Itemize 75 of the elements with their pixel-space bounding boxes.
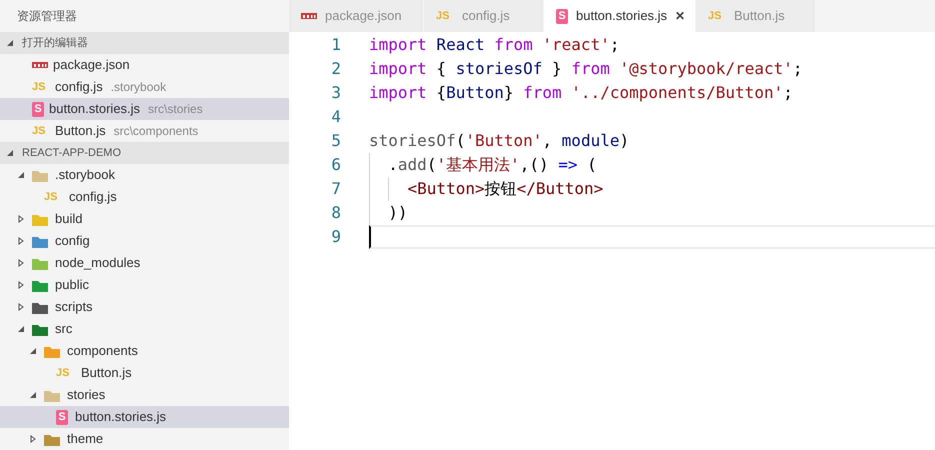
js-icon: JS (56, 364, 74, 382)
tree-item[interactable]: stories (0, 384, 289, 406)
code-line: import {Button} from '../components/Button'; (369, 82, 794, 104)
file-name: button.stories.js (49, 100, 140, 118)
tree-item[interactable]: components (0, 340, 289, 362)
file-name: Button.js (81, 364, 132, 382)
file-path: .storybook (110, 79, 166, 96)
open-editor-item[interactable]: package.json (0, 54, 289, 76)
tab-label: Button.js (734, 7, 785, 26)
tree-item[interactable]: S button.stories.js (0, 406, 289, 428)
js-icon: JS (436, 8, 454, 24)
line-number: 8 (330, 202, 342, 224)
section-title: REACT-APP-DEMO (22, 146, 122, 161)
tree-item[interactable]: build (0, 208, 289, 230)
folder-name: public (55, 276, 89, 294)
section-header[interactable]: REACT-APP-DEMO (0, 142, 289, 164)
code-line: storiesOf('Button', module) (369, 130, 630, 152)
line-number: 9 (330, 226, 342, 248)
js-icon: JS (32, 122, 50, 140)
tree-item[interactable]: scripts (0, 296, 289, 318)
folder-name: stories (67, 386, 106, 404)
tab-label: config.js (462, 7, 510, 26)
folder-name: .storybook (55, 166, 115, 184)
tree-item[interactable]: public (0, 274, 289, 296)
file-name: button.stories.js (75, 408, 166, 426)
open-editor-item[interactable]: S button.stories.js src\stories (0, 98, 289, 120)
file-name: Button.js (55, 122, 106, 140)
code-line: .add('基本用法',() => ( (369, 153, 935, 177)
tree-item[interactable]: src (0, 318, 289, 340)
folder-name: components (67, 342, 138, 360)
sidebar-title: 资源管理器 (16, 8, 78, 25)
section-header[interactable]: 打开的编辑器 (0, 32, 289, 54)
js-icon: JS (44, 188, 62, 206)
tree-item[interactable]: JS config.js (0, 186, 289, 208)
line-number: 5 (330, 130, 342, 152)
tree-item[interactable]: .storybook (0, 164, 289, 186)
file-path: src\stories (148, 101, 203, 118)
folder-name: src (55, 320, 72, 338)
file-name: config.js (55, 78, 103, 96)
line-number: 3 (330, 82, 342, 104)
code-line: <Button>按钮</Button> (369, 177, 935, 201)
folder-name: theme (67, 430, 104, 448)
file-name: config.js (69, 188, 117, 206)
tree-item[interactable]: JS Button.js (0, 362, 289, 384)
file-path: src\components (114, 123, 198, 140)
section-title: 打开的编辑器 (22, 36, 88, 51)
file-name: package.json (53, 56, 130, 74)
line-number: 6 (330, 154, 342, 176)
line-number: 4 (330, 106, 342, 128)
open-editor-item[interactable]: JS Button.js src\components (0, 120, 289, 142)
code-line: import React from 'react'; (369, 34, 620, 56)
folder-name: scripts (55, 298, 93, 316)
npm-icon (32, 61, 48, 69)
storybook-icon: S (556, 8, 568, 24)
folder-name: build (55, 210, 82, 228)
folder-name: config (55, 232, 90, 250)
npm-icon (301, 12, 317, 20)
tab-label: package.json (325, 7, 402, 26)
tree-item[interactable]: config (0, 230, 289, 252)
tree-item[interactable]: theme (0, 428, 289, 450)
line-number: 7 (330, 178, 342, 200)
line-number: 2 (330, 58, 342, 80)
tree-item[interactable]: node_modules (0, 252, 289, 274)
storybook-icon: S (56, 410, 68, 424)
tab-label: button.stories.js (576, 7, 668, 26)
js-icon: JS (708, 8, 726, 24)
js-icon: JS (32, 78, 50, 96)
code-line: )) (369, 201, 935, 225)
folder-name: node_modules (55, 254, 140, 272)
line-number: 1 (330, 34, 342, 56)
open-editor-item[interactable]: JS config.js .storybook (0, 76, 289, 98)
storybook-icon: S (32, 102, 44, 116)
editor-tab[interactable]: S button.stories.js ✕ (544, 0, 696, 32)
close-icon[interactable]: ✕ (675, 7, 686, 25)
code-line: import { storiesOf } from '@storybook/react'; (369, 58, 804, 80)
